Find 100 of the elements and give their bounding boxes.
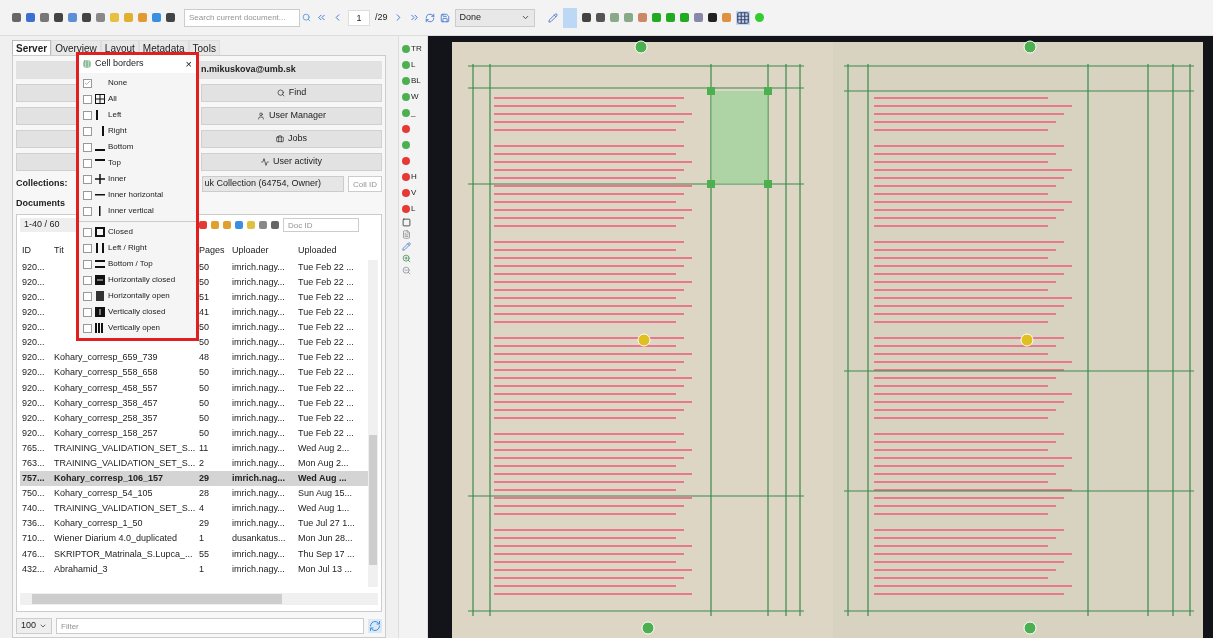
column-header[interactable]: Pages <box>199 243 232 257</box>
grid-icon[interactable] <box>735 10 750 25</box>
table-cell-text: Tue Feb 22 ... <box>298 426 355 440</box>
checkbox[interactable] <box>83 243 92 253</box>
checkbox[interactable] <box>83 174 92 184</box>
table-cell-text: imrich.nagy... <box>232 366 286 380</box>
border-option-label[interactable]: Bottom <box>108 141 134 153</box>
checkbox[interactable] <box>83 94 92 104</box>
border-option-label[interactable]: Top <box>108 157 121 169</box>
border-option-label[interactable]: Vertically open <box>108 322 161 334</box>
pencil-icon[interactable] <box>402 242 411 251</box>
table-row[interactable]: 757... Kohary_corresp_106_157 29 imrich.nag... Wed Aug ... <box>20 471 368 487</box>
refresh-icon[interactable] <box>424 12 435 23</box>
first-page-icon[interactable] <box>316 12 327 23</box>
table-row[interactable]: 920... Kohary_corresp_358_457 50 imrich.nagy... Tue Feb 22 ... <box>20 395 368 411</box>
table-row[interactable]: 710... Wiener Diarium 4.0_duplicated 1 dusankatus... Mon Jun 28... <box>20 531 368 547</box>
search-field[interactable]: Search current document... <box>184 8 300 27</box>
border-option-label[interactable]: Horizontally closed <box>108 274 176 286</box>
marker-icon[interactable] <box>1020 333 1034 347</box>
vertical-scrollbar[interactable] <box>368 260 378 587</box>
shape-tool-button[interactable]: L <box>402 58 427 71</box>
tab[interactable]: Server <box>12 40 52 55</box>
border-option-label[interactable]: Inner vertical <box>108 205 154 217</box>
table-row[interactable]: 740... TRAINING_VALIDATION_SET_S... 4 imrich.nagy... Wed Aug 1... <box>20 501 368 517</box>
marker-icon[interactable] <box>641 621 655 635</box>
border-option-label[interactable]: Horizontally open <box>108 290 170 302</box>
shape-tool-button[interactable]: V <box>402 186 427 199</box>
checkbox[interactable] <box>83 158 92 168</box>
table-row[interactable]: 736... Kohary_corresp_1_50 29 imrich.nagy... Tue Jul 27 1... <box>20 516 368 532</box>
border-option-label[interactable]: Bottom / Top <box>108 258 153 270</box>
doc-id-field[interactable]: Doc ID <box>283 218 359 232</box>
checkbox[interactable] <box>83 275 92 285</box>
border-option-label[interactable]: Inner horizontal <box>108 189 164 201</box>
refresh-icon[interactable] <box>368 619 382 633</box>
table-row[interactable]: 750... Kohary_corresp_54_105 28 imrich.nagy... Sun Aug 15... <box>20 486 368 502</box>
table-row[interactable]: 432... Abrahamid_3 1 imrich.nagy... Mon Jul 13 ... <box>20 561 368 577</box>
collection-dropdown[interactable]: uk Collection (64754, Owner) <box>201 176 344 192</box>
filter-field[interactable]: Filter <box>56 618 364 634</box>
marker-icon[interactable] <box>637 333 651 347</box>
zoom-out-icon[interactable] <box>402 266 411 275</box>
close-button[interactable]: × <box>185 58 192 70</box>
border-option-label[interactable]: None <box>108 77 128 89</box>
checkbox[interactable] <box>83 206 92 216</box>
checkbox[interactable] <box>83 291 92 301</box>
shape-tool-button[interactable]: H <box>402 170 427 183</box>
zoom-in-icon[interactable] <box>402 254 411 263</box>
checkbox[interactable] <box>83 78 92 88</box>
save-icon[interactable] <box>439 12 450 23</box>
border-option-label[interactable]: Left <box>108 109 122 121</box>
shape-tool-button[interactable]: L <box>402 202 427 215</box>
checkbox[interactable] <box>83 227 92 237</box>
checkbox[interactable] <box>83 323 92 333</box>
pencil-icon[interactable] <box>547 12 558 23</box>
border-option-label[interactable]: Inner <box>108 173 127 185</box>
table-row[interactable]: 763... TRAINING_VALIDATION_SET_S... 2 imrich.nagy... Mon Aug 2... <box>20 456 368 472</box>
document-tool-icon[interactable] <box>402 230 411 239</box>
table-row[interactable]: 920... Kohary_corresp_458_557 50 imrich.nagy... Tue Feb 22 ... <box>20 380 368 396</box>
table-row[interactable]: 920... Kohary_corresp_158_257 50 imrich.nagy... Tue Feb 22 ... <box>20 426 368 442</box>
shape-tool-button[interactable]: W <box>402 90 427 103</box>
page-size-dropdown[interactable]: 100 <box>16 618 52 634</box>
marker-icon[interactable] <box>634 40 648 54</box>
tool-button[interactable]: User Manager <box>201 107 382 125</box>
tool-button[interactable]: Jobs <box>201 130 382 148</box>
rectangle-tool-icon[interactable] <box>402 218 411 227</box>
table-cell-text: 50 <box>199 336 210 350</box>
border-style-icon <box>95 259 105 269</box>
marker-icon[interactable] <box>1023 40 1037 54</box>
border-option-label[interactable]: All <box>108 93 117 105</box>
column-header[interactable]: Uploader <box>232 243 298 257</box>
tool-button[interactable]: User activity <box>201 153 382 171</box>
selected-cell[interactable] <box>707 87 772 188</box>
status-icon[interactable] <box>754 13 764 22</box>
marker-icon[interactable] <box>1023 621 1037 635</box>
column-header[interactable]: ID <box>22 243 54 257</box>
coll-id-field[interactable]: Coll ID <box>348 176 382 192</box>
shape-tool-button[interactable]: _ <box>402 106 427 119</box>
table-row[interactable]: 765... TRAINING_VALIDATION_SET_S... 11 imrich.nagy... Wed Aug 2... <box>20 441 368 457</box>
table-row[interactable]: 476... SKRIPTOR_Matrinala_S.Lupca_... 55 imrich.nagy... Thu Sep 17 ... <box>20 546 368 562</box>
checkbox[interactable] <box>83 110 92 120</box>
checkbox[interactable] <box>83 307 92 317</box>
last-page-icon[interactable] <box>408 12 420 23</box>
checkbox[interactable] <box>83 126 92 136</box>
checkbox[interactable] <box>83 142 92 152</box>
table-cell-text: Tue Feb 22 ... <box>298 381 355 395</box>
border-option-label[interactable]: Vertically closed <box>108 306 166 318</box>
column-header[interactable]: Uploaded <box>298 243 368 257</box>
checkbox[interactable] <box>83 259 92 269</box>
border-option-label[interactable]: Left / Right <box>108 242 147 254</box>
tool-button[interactable]: Find <box>201 84 382 102</box>
checkbox[interactable] <box>83 190 92 200</box>
table-row[interactable]: 920... Kohary_corresp_659_739 48 imrich.nagy... Tue Feb 22 ... <box>20 350 368 366</box>
page-field[interactable]: 1 <box>348 9 370 26</box>
shape-tool-button[interactable]: TR <box>402 42 427 55</box>
shape-tool-button[interactable]: BL <box>402 74 427 87</box>
table-row[interactable]: 920... Kohary_corresp_558_658 50 imrich.nagy... Tue Feb 22 ... <box>20 365 368 381</box>
status-dropdown[interactable]: Done <box>454 8 535 27</box>
border-option-label[interactable]: Right <box>108 125 127 137</box>
search-icon[interactable] <box>302 13 311 22</box>
table-row[interactable]: 920... Kohary_corresp_258_357 50 imrich.nagy... Tue Feb 22 ... <box>20 410 368 427</box>
horizontal-scrollbar[interactable] <box>20 593 378 605</box>
